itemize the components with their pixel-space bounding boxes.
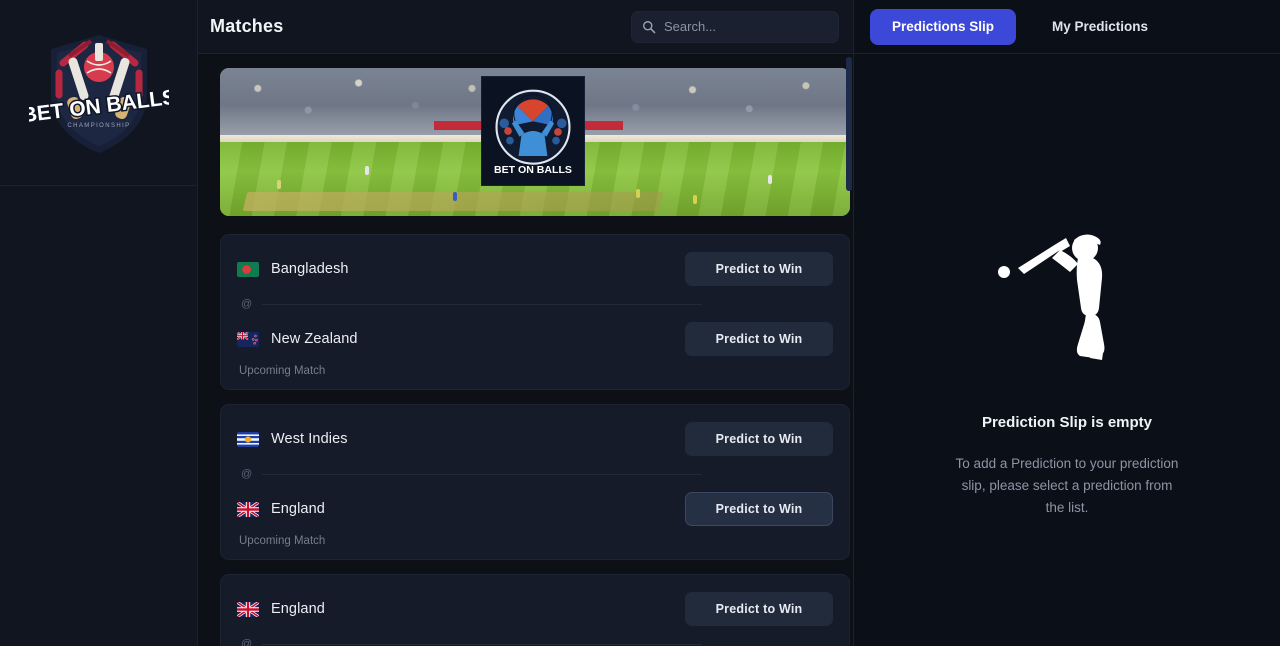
team-row: New Zealand Predict to Win [237, 319, 833, 359]
prediction-slip-panel: Predictions Slip My Predictions Predicti… [853, 0, 1280, 646]
team-row: England Predict to Win [237, 589, 833, 629]
predict-to-win-button[interactable]: Predict to Win [685, 322, 833, 356]
banner-player [635, 189, 640, 199]
match-status: Upcoming Match [239, 535, 326, 547]
team-a-info: England [237, 601, 325, 617]
prediction-tabs: Predictions Slip My Predictions [854, 0, 1280, 54]
tab-my-predictions[interactable]: My Predictions [1030, 9, 1170, 45]
team-row: Bangladesh Predict to Win [237, 249, 833, 289]
app-root: BET ON BALLS CHAMPIONSHIP Matches Search… [0, 0, 1280, 646]
match-card: West Indies Predict to Win @ England Pre… [220, 404, 850, 560]
matches-scrollbar[interactable] [845, 54, 853, 646]
team-name: England [271, 501, 325, 517]
scrollbar-thumb[interactable] [846, 57, 852, 191]
team-a-info: Bangladesh [237, 261, 349, 277]
banner-player [276, 180, 281, 190]
team-name: New Zealand [271, 331, 358, 347]
promo-banner[interactable]: BET ON BALLS [220, 68, 850, 216]
sidebar: BET ON BALLS CHAMPIONSHIP [0, 0, 198, 646]
bet-on-balls-circle-emblem-icon: BET ON BALLS [494, 89, 572, 176]
match-separator-row: @ [237, 289, 833, 319]
team-name: England [271, 601, 325, 617]
match-separator-row: @ [237, 629, 833, 646]
flag-england-icon [237, 601, 259, 617]
flag-bangladesh-icon [237, 261, 259, 277]
banner-player [692, 195, 697, 205]
brand-logo-container[interactable]: BET ON BALLS CHAMPIONSHIP [0, 0, 197, 186]
flag-england-icon [237, 501, 259, 517]
empty-slip-state: Prediction Slip is empty To add a Predic… [854, 54, 1280, 646]
team-name: West Indies [271, 431, 348, 447]
team-a-info: West Indies [237, 431, 348, 447]
predict-to-win-button[interactable]: Predict to Win [685, 422, 833, 456]
empty-state-title: Prediction Slip is empty [981, 414, 1153, 431]
search-box[interactable] [631, 10, 839, 43]
at-symbol: @ [241, 298, 253, 310]
tab-predictions-slip[interactable]: Predictions Slip [870, 8, 1017, 45]
cricket-batsman-silhouette-icon [998, 234, 1105, 360]
page-title: Matches [210, 16, 284, 36]
flag-new-zealand-icon [237, 331, 259, 347]
match-status: Upcoming Match [239, 365, 326, 377]
matches-column: Matches Search... BET ON BALLS Banglades… [198, 0, 853, 646]
match-separator-row: @ [237, 459, 833, 489]
team-b-info: England [237, 501, 325, 517]
team-row: England Predict to Win [237, 489, 833, 529]
match-card: Bangladesh Predict to Win @ New Zealand … [220, 234, 850, 390]
at-symbol: @ [241, 468, 253, 480]
team-name: Bangladesh [271, 261, 349, 277]
predict-to-win-button[interactable]: Predict to Win [685, 252, 833, 286]
banner-player [453, 192, 458, 202]
at-symbol: @ [241, 638, 253, 646]
match-card: England Predict to Win @ [220, 574, 850, 646]
banner-player [768, 174, 773, 184]
matches-header: Matches [198, 0, 853, 54]
sidebar-nav-area [0, 186, 197, 645]
predict-to-win-button[interactable]: Predict to Win [685, 592, 833, 626]
flag-west-indies-icon [237, 431, 259, 447]
search-input[interactable] [664, 19, 828, 34]
empty-state-description: To add a Prediction to your prediction s… [955, 456, 1179, 515]
banner-logo-card: BET ON BALLS [481, 76, 586, 186]
bet-on-balls-shield-logo-icon: BET ON BALLS CHAMPIONSHIP [29, 34, 169, 153]
team-b-info: New Zealand [237, 331, 358, 347]
predict-to-win-button[interactable]: Predict to Win [685, 492, 833, 526]
divider-line [262, 303, 703, 305]
svg-text:CHAMPIONSHIP: CHAMPIONSHIP [67, 123, 130, 129]
banner-player [364, 165, 369, 175]
divider-line [262, 643, 703, 645]
search-icon [643, 20, 656, 33]
matches-scroll-area[interactable]: BET ON BALLS Bangladesh Predict to Win @… [198, 54, 853, 646]
divider-line [262, 473, 703, 475]
team-row: West Indies Predict to Win [237, 419, 833, 459]
svg-text:BET ON BALLS: BET ON BALLS [494, 164, 572, 176]
